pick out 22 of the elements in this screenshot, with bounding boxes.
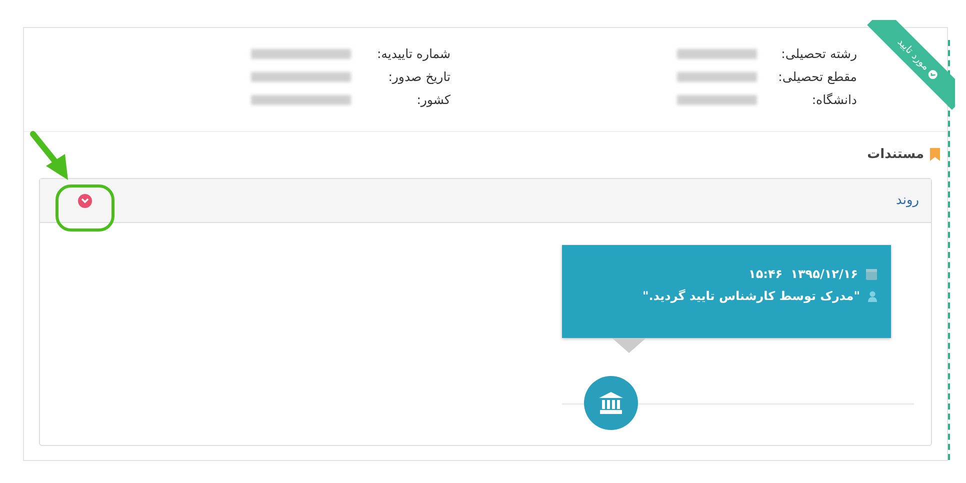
panel-title: روند [896,193,919,208]
section-title: مستندات [867,147,924,162]
pointer-icon [612,338,646,353]
event-date: ۱۳۹۵/۱۲/۱۶ [790,267,858,281]
status-label: مورد تایید [895,36,932,72]
highlight-outline [56,184,114,232]
bank-icon [599,392,623,414]
check-icon [927,68,940,81]
field-label: مقطع تحصیلی: [777,68,857,86]
chevron-down-icon [81,198,89,204]
field-label: دانشگاه: [810,91,857,109]
field-label: رشته تحصیلی: [780,45,857,63]
field-label: شماره تاییدیه: [376,45,450,63]
calendar-icon [866,268,877,280]
collapse-button[interactable] [78,194,92,208]
field-label: تاریخ صدور: [387,68,450,86]
event-message: "مدرک توسط کارشناس تایید گردید." [642,289,860,303]
annotation-arrow [30,131,68,180]
field-label: کشور: [416,91,450,109]
event-time: ۱۵:۴۶ [748,267,783,281]
user-icon [868,290,877,302]
bookmark-icon [930,148,940,161]
